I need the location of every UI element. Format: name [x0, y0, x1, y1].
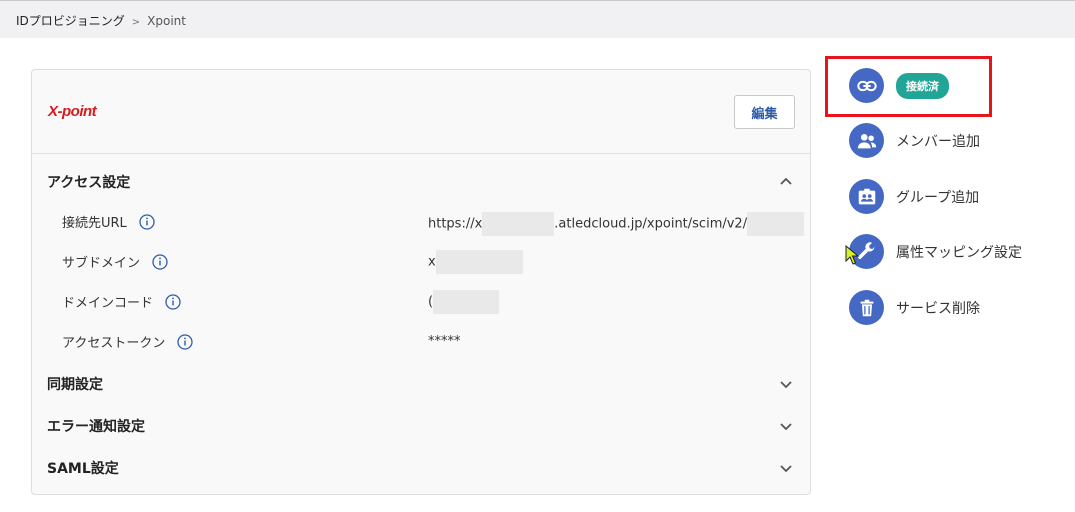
chevron-up-icon[interactable] [778, 173, 794, 189]
row-token-label-wrap: アクセストークン [62, 332, 194, 351]
breadcrumb-parent-link[interactable]: IDプロビジョニング [16, 14, 125, 28]
mouse-cursor-icon [845, 245, 860, 265]
redacted-block [747, 212, 805, 236]
info-icon[interactable] [152, 253, 168, 270]
edit-button[interactable]: 編集 [734, 95, 795, 129]
row-url-value: https://x .atledcloud.jp/xpoint/scim/v2/ [428, 212, 805, 236]
breadcrumb-separator: > [131, 17, 141, 28]
group-card-icon [849, 179, 884, 214]
chevron-down-icon[interactable] [778, 419, 794, 435]
section-sync-title[interactable]: 同期設定 [47, 374, 103, 394]
url-prefix: https://x [428, 216, 483, 232]
attribute-mapping-button[interactable]: 属性マッピング設定 [849, 234, 1022, 269]
row-url-label-wrap: 接続先URL [62, 212, 155, 231]
row-domain-code-value: ( [428, 290, 500, 314]
xpoint-logo: X-point [48, 103, 97, 120]
row-subdomain-label-wrap: サブドメイン [62, 252, 168, 271]
service-card: X-point 編集 アクセス設定 接続先URL https://x .atled… [31, 69, 811, 495]
row-token-value: ***** [428, 334, 461, 349]
section-access-title[interactable]: アクセス設定 [47, 172, 130, 192]
row-domain-code-label-wrap: ドメインコード [62, 292, 181, 311]
add-group-button[interactable]: グループ追加 [849, 179, 979, 214]
row-domain-code-label: ドメインコード [62, 296, 154, 311]
trash-icon [849, 290, 884, 325]
chevron-down-icon[interactable] [778, 461, 794, 477]
add-member-label: メンバー追加 [896, 133, 980, 150]
info-icon[interactable] [139, 213, 155, 230]
users-icon [849, 123, 884, 158]
row-token-label: アクセストークン [62, 336, 166, 351]
add-member-button[interactable]: メンバー追加 [849, 123, 980, 158]
card-header: X-point 編集 [32, 70, 810, 154]
row-subdomain-value: x [428, 250, 523, 274]
highlight-frame [825, 56, 992, 117]
delete-service-label: サービス削除 [896, 300, 980, 317]
subdomain-value: x [428, 254, 436, 270]
redacted-block [435, 250, 523, 274]
section-error-title[interactable]: エラー通知設定 [47, 416, 145, 436]
delete-service-button[interactable]: サービス削除 [849, 290, 980, 325]
add-group-label: グループ追加 [896, 189, 980, 206]
row-subdomain-label: サブドメイン [62, 256, 141, 271]
section-saml-title[interactable]: SAML設定 [47, 458, 119, 478]
attribute-mapping-label: 属性マッピング設定 [896, 244, 1022, 261]
row-url-label: 接続先URL [62, 216, 127, 231]
info-icon[interactable] [165, 293, 181, 310]
top-bar: IDプロビジョニング > Xpoint [0, 0, 1075, 38]
breadcrumb-current: Xpoint [147, 14, 186, 28]
breadcrumb: IDプロビジョニング > Xpoint [16, 12, 186, 29]
chevron-down-icon[interactable] [778, 377, 794, 393]
url-mid: .atledcloud.jp/xpoint/scim/v2/ [554, 216, 748, 232]
redacted-block [433, 290, 500, 314]
info-icon[interactable] [177, 333, 194, 350]
redacted-block [482, 212, 555, 236]
